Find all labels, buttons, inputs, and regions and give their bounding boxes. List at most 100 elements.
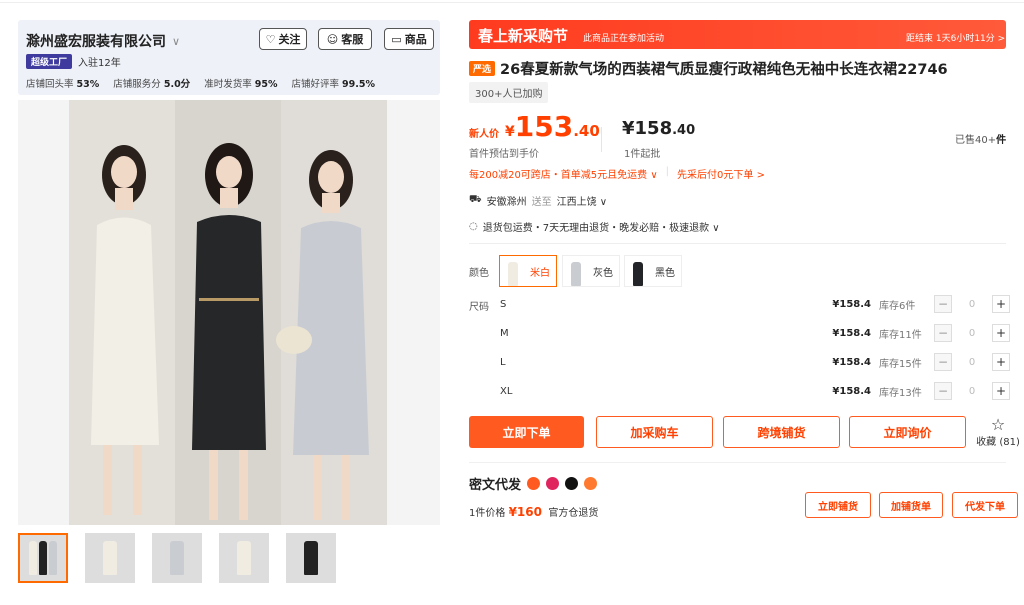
ship-from: 安徽滁州 [486, 197, 527, 208]
quantity-input[interactable]: 0 [952, 357, 992, 368]
thumbnail[interactable] [286, 533, 336, 583]
color-name: 米白 [530, 267, 550, 279]
increment-button[interactable]: + [992, 382, 1010, 400]
miwen-warehouse: 官方仓退货 [548, 508, 599, 519]
offer-divider: | [665, 166, 670, 177]
size-name: M [500, 327, 509, 339]
quantity-input[interactable]: 0 [952, 386, 992, 397]
joined-count-badge: 300+人已加购 [469, 82, 549, 103]
top-divider [0, 0, 1024, 3]
divider [469, 462, 1006, 463]
shipping-row: ⛟ 安徽滁州 送至 江西上饶 ∨ [469, 193, 607, 208]
size-name: XL [500, 385, 513, 397]
color-name: 灰色 [593, 267, 613, 279]
chevron-down-icon[interactable]: ∨ [172, 35, 180, 48]
increment-button[interactable]: + [992, 324, 1010, 342]
size-row: S ¥158.4 库存6件 − 0 + [500, 292, 1010, 316]
follow-label: 关注 [278, 33, 301, 46]
size-stock: 库存6件 [879, 300, 916, 312]
ship-to-word: 送至 [531, 197, 552, 208]
shop-stats: 店铺回头率 53% 店铺服务分 5.0分 准时发货率 95% 店铺好评率 99.… [26, 76, 375, 90]
color-option-gray[interactable]: 灰色 [562, 255, 620, 287]
crossborder-button[interactable]: 跨境铺货 [723, 416, 840, 448]
thumbnail[interactable] [18, 533, 68, 583]
product-title: 严选 26春夏新款气场的西装裙气质显瘦行政裙纯色无袖中长连衣裙22746 [469, 58, 948, 79]
kuaishou-icon [584, 477, 598, 490]
quantity-input[interactable]: 0 [952, 328, 992, 339]
dropship-order-button[interactable]: 代发下单 [952, 492, 1018, 518]
promo-countdown: 距结束 1天6小时11分 > [906, 34, 1006, 44]
goods-button[interactable]: ▭ 商品 [384, 28, 434, 50]
new-user-price: ¥153.40 [505, 110, 600, 143]
size-stock: 库存15件 [879, 358, 922, 370]
miwen-title: 密文代发 [469, 474, 598, 493]
stat-item: 准时发货率 95% [204, 79, 278, 90]
new-user-price-label: 新人价 [469, 129, 499, 140]
divider [469, 243, 1006, 244]
size-price: ¥158.4 [832, 356, 871, 368]
size-stock: 库存11件 [879, 329, 922, 341]
instant-list-button[interactable]: 立即铺货 [805, 492, 871, 518]
thumbnail[interactable] [85, 533, 135, 583]
size-price: ¥158.4 [832, 327, 871, 339]
sold-count: 已售40+件 [955, 135, 1007, 146]
shop-badges: 超级工厂 入驻12年 [26, 54, 121, 69]
decrement-button[interactable]: − [934, 382, 952, 400]
size-label: 尺码 [469, 302, 489, 313]
increment-button[interactable]: + [992, 353, 1010, 371]
truck-icon: ⛟ [469, 194, 482, 205]
ship-destination-select[interactable]: 江西上饶 ∨ [557, 193, 608, 208]
main-product-photo[interactable] [69, 100, 387, 525]
taobao-icon [527, 477, 541, 490]
goods-icon: ▭ [391, 32, 402, 46]
thumbnail[interactable] [219, 533, 269, 583]
douyin-icon [565, 477, 579, 490]
add-to-cart-button[interactable]: 加采购车 [596, 416, 713, 448]
miwen-price-row: 1件价格 ¥160 官方仓退货 [469, 505, 599, 519]
decrement-button[interactable]: − [934, 353, 952, 371]
pdd-icon [546, 477, 560, 490]
size-name: S [500, 298, 507, 310]
stat-item: 店铺服务分 5.0分 [113, 79, 191, 90]
add-list-button[interactable]: 加铺货单 [879, 492, 943, 518]
size-price: ¥158.4 [832, 385, 871, 397]
promo-title: 春上新采购节 [478, 27, 569, 45]
stat-item: 店铺回头率 53% [26, 79, 100, 90]
product-title-text: 26春夏新款气场的西装裙气质显瘦行政裙纯色无袖中长连衣裙22746 [500, 62, 948, 78]
follow-button[interactable]: ♡ 关注 [259, 28, 307, 50]
favorite-label: 收藏 (81) [976, 437, 1020, 448]
buy-now-button[interactable]: 立即下单 [469, 416, 584, 448]
decrement-button[interactable]: − [934, 295, 952, 313]
miwen-title-text: 密文代发 [469, 478, 522, 493]
quantity-input[interactable]: 0 [952, 299, 992, 310]
promo-subtitle: 此商品正在参加活动 [583, 34, 665, 44]
offer-row: 每200减20可跨店・首单减5元且免运费 ∨ | 先采后付0元下单 > [469, 166, 765, 181]
shop-years: 入驻12年 [78, 58, 121, 69]
shop-name[interactable]: 滁州盛宏服装有限公司 ∨ [26, 31, 180, 51]
pay-later-link[interactable]: 先采后付0元下单 > [677, 166, 765, 181]
size-row: M ¥158.4 库存11件 − 0 + [500, 321, 1010, 345]
min-order-note: 1件起批 [624, 149, 661, 160]
color-swatch [563, 256, 589, 286]
color-swatch [500, 256, 526, 286]
price-divider [601, 127, 602, 152]
service-row[interactable]: ◌ 退货包运费・7天无理由退货・晚发必赔・极速退款 ∨ [469, 219, 720, 234]
shield-icon: ◌ [469, 221, 478, 232]
shop-name-text[interactable]: 滁州盛宏服装有限公司 [26, 31, 166, 51]
decrement-button[interactable]: − [934, 324, 952, 342]
stat-item: 店铺好评率 99.5% [291, 79, 375, 90]
base-price: ¥158.40 [622, 118, 696, 139]
favorite-button[interactable]: ☆ 收藏 (81) [975, 417, 1021, 449]
color-option-black[interactable]: 黑色 [624, 255, 682, 287]
size-name: L [500, 356, 506, 368]
customer-service-button[interactable]: ☺ 客服 [318, 28, 372, 50]
size-row: L ¥158.4 库存15件 − 0 + [500, 350, 1010, 374]
increment-button[interactable]: + [992, 295, 1010, 313]
discount-offer-link[interactable]: 每200减20可跨店・首单减5元且免运费 ∨ [469, 166, 658, 181]
goods-label: 商品 [404, 33, 427, 46]
color-option-beige[interactable]: 米白 [499, 255, 557, 287]
inquiry-button[interactable]: 立即询价 [849, 416, 966, 448]
color-name: 黑色 [655, 267, 675, 279]
thumbnail[interactable] [152, 533, 202, 583]
color-swatch [625, 256, 651, 286]
